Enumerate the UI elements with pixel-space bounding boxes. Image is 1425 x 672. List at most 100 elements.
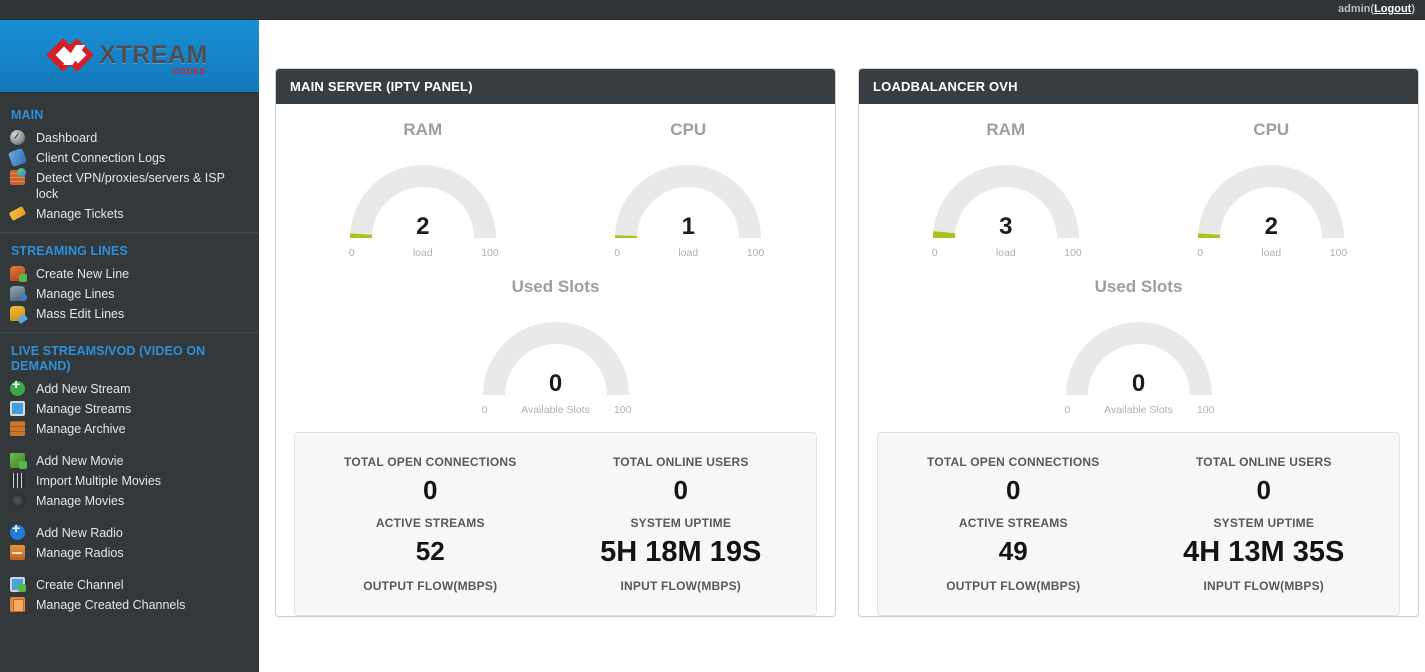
user-key-icon	[10, 286, 27, 301]
gauge-axis-labels: 0 load 100	[926, 247, 1086, 261]
gauge-title: RAM	[403, 120, 443, 139]
sidebar-item-label: Add New Stream	[36, 382, 131, 396]
user-menu: admin(Logout)	[1338, 3, 1415, 15]
server-panel: LOADBALANCER OVH RAM 3 0 load 100 CPU 2 0 load 100…	[858, 68, 1419, 617]
gauge-title: CPU	[1253, 120, 1290, 139]
gauge-dial: 3	[926, 152, 1086, 244]
stat-label: TOTAL OPEN CONNECTIONS	[927, 455, 1100, 469]
stat-label: TOTAL ONLINE USERS	[1195, 455, 1332, 469]
gauge-value: 0	[548, 370, 563, 397]
stat-value: 49	[998, 536, 1028, 566]
gauge-used-slots: Used Slots 0 0 Available Slots 100	[290, 277, 821, 418]
stat-cell: TOTAL ONLINE USERS 0	[556, 449, 807, 510]
panel-body: RAM 3 0 load 100 CPU 2 0 load 100 Used Slots 0 0 Avai…	[859, 104, 1418, 616]
gauge-unit-label: Available Slots	[521, 404, 590, 416]
sidebar-item-manage-archive[interactable]: Manage Archive	[0, 419, 259, 439]
stat-value: 4H 13M 35S	[1183, 536, 1345, 568]
stat-label: ACTIVE STREAMS	[375, 516, 485, 530]
gauge-max-label: 100	[1329, 247, 1348, 259]
sidebar-item-detect-vpn-proxies-servers-isp-lock[interactable]: Detect VPN/proxies/servers & ISP lock	[0, 168, 259, 204]
sidebar-item-manage-created-channels[interactable]: Manage Created Channels	[0, 595, 259, 615]
gauge-value: 1	[681, 213, 695, 240]
sidebar-item-label: Manage Lines	[36, 287, 115, 301]
gauge-unit-label: load	[995, 247, 1016, 259]
gauge-dial: 1	[608, 152, 768, 244]
sidebar-item-add-new-radio[interactable]: Add New Radio	[0, 521, 259, 543]
sidebar-item-label: Manage Streams	[36, 402, 132, 416]
used-slots-section: Used Slots 0 0 Available Slots 100	[873, 277, 1404, 418]
stat-label: SYSTEM UPTIME	[1213, 516, 1315, 530]
ticket-icon	[8, 206, 27, 221]
logout-link[interactable]: Logout	[1374, 3, 1411, 15]
used-slots-section: Used Slots 0 0 Available Slots 100	[290, 277, 821, 418]
stat-cell: OUTPUT FLOW(MBPS)	[888, 573, 1139, 597]
sidebar-item-client-connection-logs[interactable]: Client Connection Logs	[0, 147, 259, 168]
stat-cell: INPUT FLOW(MBPS)	[556, 573, 807, 597]
sidebar-item-label: Create New Line	[36, 267, 130, 281]
sidebar-item-dashboard[interactable]: Dashboard	[0, 128, 259, 148]
movie-add-icon	[10, 453, 27, 469]
gauge-max-label: 100	[1196, 404, 1215, 416]
gauge-title: RAM	[986, 120, 1026, 139]
sidebar-group: STREAMING LINES Create New Line Manage Lin…	[0, 233, 259, 329]
panel-body: RAM 2 0 load 100 CPU 1 0 load 100 Used Slots 0 0 Avai…	[276, 104, 835, 616]
gauge-dial: 2	[1191, 152, 1351, 244]
gauge-value: 2	[416, 213, 430, 240]
plug-icon	[7, 147, 28, 168]
stat-value: 0	[673, 475, 688, 505]
stats-box: TOTAL OPEN CONNECTIONS 0 TOTAL ONLINE USER…	[877, 432, 1400, 616]
stat-label: INPUT FLOW(MBPS)	[1203, 579, 1325, 593]
sidebar-item-create-new-line[interactable]: Create New Line	[0, 264, 259, 284]
sidebar-group: LIVE STREAMS/VOD (VIDEO ON DEMAND) Add Ne…	[0, 333, 259, 620]
stats-row: TOTAL OPEN CONNECTIONS 0 TOTAL ONLINE USER…	[888, 449, 1389, 510]
sidebar-item-manage-streams[interactable]: Manage Streams	[0, 399, 259, 419]
username-label: admin	[1337, 3, 1371, 15]
stat-label: TOTAL ONLINE USERS	[612, 455, 749, 469]
sidebar-item-create-channel[interactable]: Create Channel	[0, 575, 259, 595]
sidebar-item-manage-radios[interactable]: Manage Radios	[0, 543, 259, 563]
sidebar-item-label: Import Multiple Movies	[36, 474, 162, 488]
sidebar-item-add-new-movie[interactable]: Add New Movie	[0, 451, 259, 471]
gauge-unit-label: load	[678, 247, 699, 259]
stat-cell: SYSTEM UPTIME 5H 18M 19S	[556, 510, 807, 573]
plus-green-icon	[10, 377, 25, 396]
gauge-axis-labels: 0 Available Slots 100	[476, 404, 636, 418]
mass-edit-icon	[10, 306, 25, 321]
gauge-title: CPU	[670, 120, 707, 139]
sidebar-item-label: Add New Radio	[36, 526, 123, 540]
dashboard-icon	[10, 130, 25, 145]
stat-label: OUTPUT FLOW(MBPS)	[946, 579, 1081, 593]
gauge-unit-label: Available Slots	[1104, 404, 1173, 416]
gauge-dial: 0	[1059, 309, 1219, 401]
tv-add-icon	[10, 577, 26, 592]
tv-icon	[10, 401, 25, 416]
stat-label: OUTPUT FLOW(MBPS)	[363, 579, 498, 593]
sidebar-item-label: Dashboard	[36, 131, 98, 145]
archive-icon	[10, 421, 25, 436]
gauge-used-slots: Used Slots 0 0 Available Slots 100	[873, 277, 1404, 418]
gauge-dial: 0	[476, 309, 636, 401]
gauge-axis-labels: 0 load 100	[608, 247, 768, 261]
gauge-axis-labels: 0 load 100	[343, 247, 503, 261]
gauge-max-label: 100	[481, 247, 499, 259]
sidebar-item-import-multiple-movies[interactable]: Import Multiple Movies	[0, 471, 259, 491]
brand-logo[interactable]: XTREAM CODES	[0, 20, 259, 93]
user-add-icon	[10, 266, 27, 282]
sidebar-item-add-new-stream[interactable]: Add New Stream	[0, 377, 259, 399]
sidebar-item-manage-tickets[interactable]: Manage Tickets	[0, 204, 259, 224]
stat-value: 0	[1256, 475, 1271, 505]
stat-cell: ACTIVE STREAMS 52	[305, 510, 556, 573]
sidebar-item-label: Manage Archive	[36, 422, 126, 436]
stats-row: ACTIVE STREAMS 52 SYSTEM UPTIME 5H 18M 19S	[305, 510, 806, 573]
film-icon	[10, 473, 25, 488]
stats-box: TOTAL OPEN CONNECTIONS 0 TOTAL ONLINE USER…	[294, 432, 817, 616]
copies-icon	[10, 597, 25, 612]
sidebar-item-manage-movies[interactable]: Manage Movies	[0, 491, 259, 511]
stat-cell: OUTPUT FLOW(MBPS)	[305, 573, 556, 597]
gauge-max-label: 100	[1064, 247, 1082, 259]
sidebar-item-manage-lines[interactable]: Manage Lines	[0, 284, 259, 304]
sidebar-item-mass-edit-lines[interactable]: Mass Edit Lines	[0, 304, 259, 324]
gauge-ram: RAM 3 0 load 100	[873, 120, 1139, 261]
firewall-icon	[10, 168, 26, 185]
